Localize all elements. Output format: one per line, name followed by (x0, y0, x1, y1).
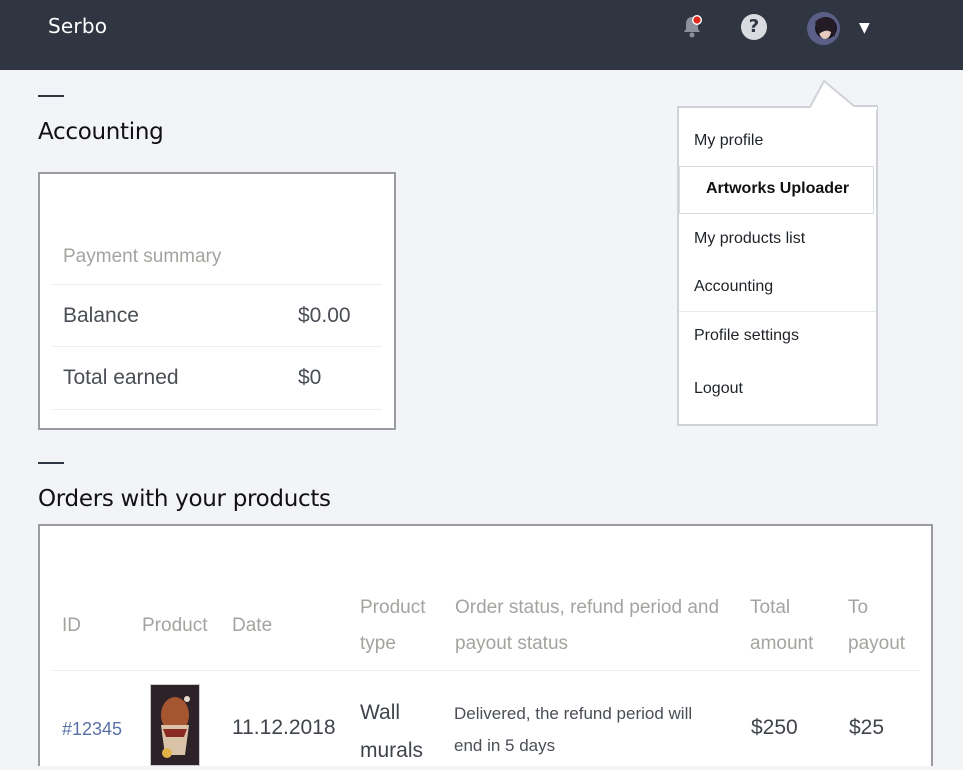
user-dropdown-menu: My profile Artworks Uploader My products… (677, 106, 878, 426)
avatar[interactable] (807, 12, 840, 45)
payment-summary-header: Payment summary (52, 234, 382, 284)
menu-item-logout[interactable]: Logout (694, 380, 743, 398)
balance-label: Balance (63, 304, 139, 327)
column-header-to-payout: To payout (848, 597, 906, 654)
menu-item-accounting[interactable]: Accounting (694, 278, 773, 296)
balance-value: $0.00 (298, 304, 351, 327)
menu-item-my-products-list[interactable]: My products list (694, 230, 805, 248)
chevron-down-icon[interactable]: ▼ (859, 20, 870, 36)
brand-logo[interactable]: Serbo (48, 14, 107, 38)
menu-item-my-profile[interactable]: My profile (694, 132, 763, 150)
balance-row: Balance $0.00 (52, 284, 382, 347)
payment-summary-label: Payment summary (63, 246, 222, 267)
bell-icon[interactable] (680, 14, 704, 40)
menu-pointer (810, 80, 878, 110)
total-earned-row: Total earned $0 (52, 346, 382, 410)
order-total: $250 (751, 716, 798, 739)
column-header-order-status: Order status, refund period and payout s… (455, 597, 720, 654)
section-divider (38, 95, 64, 97)
menu-divider (679, 311, 876, 312)
order-payout: $25 (849, 716, 885, 739)
payment-summary-card: Payment summary Balance $0.00 Total earn… (38, 172, 396, 430)
order-id-link[interactable]: #12345 (62, 719, 122, 740)
column-header-product-type: Product type (360, 597, 426, 654)
column-header-date: Date (232, 615, 273, 636)
header-divider (52, 670, 920, 671)
accounting-title: Accounting (38, 119, 164, 145)
product-thumbnail[interactable] (150, 684, 200, 766)
help-icon[interactable]: ? (741, 14, 767, 40)
order-status: Delivered, the refund period will end in… (454, 704, 693, 755)
top-bar: Serbo ? ▼ (0, 0, 963, 70)
column-header-product: Product (142, 615, 208, 636)
orders-title: Orders with your products (38, 486, 331, 512)
column-header-total-amount: Total amount (750, 597, 814, 654)
column-header-id: ID (62, 615, 81, 636)
total-earned-value: $0 (298, 366, 322, 389)
orders-table: ID Product Date Product type Order statu… (38, 524, 933, 766)
order-date: 11.12.2018 (232, 716, 336, 739)
section-divider (38, 462, 64, 464)
menu-item-profile-settings[interactable]: Profile settings (694, 327, 799, 345)
order-product-type: Wall murals (360, 701, 424, 762)
total-earned-label: Total earned (63, 366, 179, 389)
menu-item-artworks-uploader-label: Artworks Uploader (706, 180, 850, 197)
menu-item-artworks-uploader[interactable]: Artworks Uploader (679, 166, 874, 214)
